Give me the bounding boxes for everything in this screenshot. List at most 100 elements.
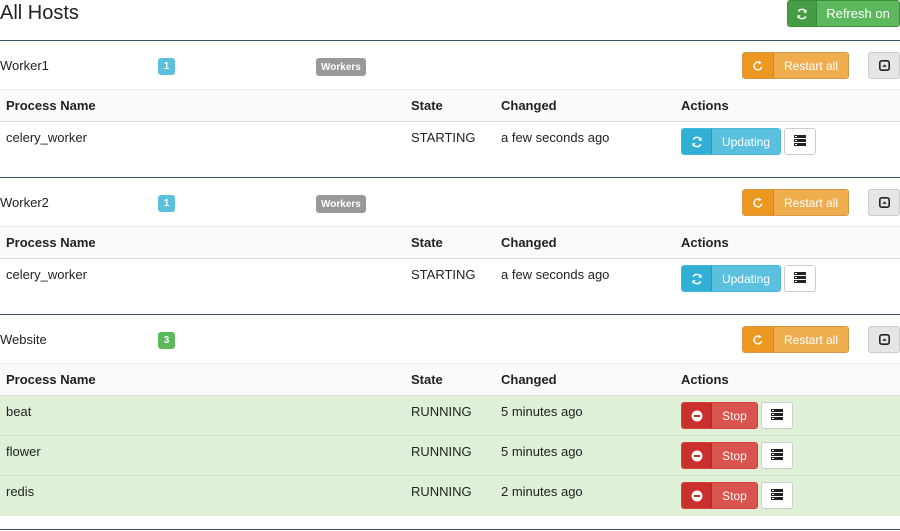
refresh-icon [788,1,817,26]
stop-icon [682,443,712,468]
log-button[interactable] [761,482,793,509]
process-changed: 5 minutes ago [495,435,675,476]
restart-icon [743,190,774,215]
refresh-icon [682,129,712,154]
host-name: Worker2 [0,195,49,210]
collapse-icon [878,195,890,211]
updating-label: Updating [712,266,780,291]
table-row: beat RUNNING 5 minutes ago Stop [0,395,900,436]
restart-all-button[interactable]: Restart all [742,52,849,79]
process-count-badge: 1 [158,58,175,75]
collapse-icon [878,332,890,348]
table-row: celery_worker STARTING a few seconds ago… [0,121,900,162]
col-state: State [405,363,495,396]
updating-button[interactable]: Updating [681,128,781,155]
log-icon [794,271,806,286]
col-process-name: Process Name [0,226,405,259]
group-badge: Workers [316,58,366,76]
restart-icon [743,53,774,78]
divider [0,529,900,530]
process-name: redis [0,475,405,516]
refresh-button-label: Refresh on [817,1,899,26]
restart-all-label: Restart all [774,190,848,215]
collapse-button[interactable] [868,326,900,353]
table-header-row: Process Name State Changed Actions [0,89,900,122]
process-name: flower [0,435,405,476]
table-header-row: Process Name State Changed Actions [0,226,900,259]
process-changed: a few seconds ago [495,258,675,299]
log-button[interactable] [761,402,793,429]
process-table: Process Name State Changed Actions beat … [0,363,900,516]
collapse-button[interactable] [868,189,900,216]
collapse-icon [878,58,890,74]
refresh-button[interactable]: Refresh on [787,0,900,27]
process-state: STARTING [405,121,495,162]
col-actions: Actions [675,363,900,396]
stop-label: Stop [712,443,757,468]
process-count-badge: 3 [158,332,175,349]
log-icon [771,488,783,503]
col-process-name: Process Name [0,363,405,396]
process-state: STARTING [405,258,495,299]
stop-button[interactable]: Stop [681,482,758,509]
restart-all-button[interactable]: Restart all [742,326,849,353]
stop-label: Stop [712,483,757,508]
table-row: flower RUNNING 5 minutes ago Stop [0,435,900,476]
col-actions: Actions [675,89,900,122]
host-header: Worker2 1 Workers Restart all [0,177,900,226]
process-actions: Stop [675,475,900,516]
table-row: redis RUNNING 2 minutes ago Stop [0,475,900,516]
host-name: Worker1 [0,58,49,73]
restart-icon [743,327,774,352]
page-title: All Hosts [0,2,79,24]
stop-label: Stop [712,403,757,428]
process-actions: Updating [675,258,900,299]
col-changed: Changed [495,363,675,396]
stop-icon [682,483,712,508]
col-process-name: Process Name [0,89,405,122]
log-icon [771,408,783,423]
process-actions: Stop [675,395,900,436]
host-header: Website 3 Restart all [0,314,900,363]
col-state: State [405,226,495,259]
process-name: celery_worker [0,258,405,299]
process-name: celery_worker [0,121,405,162]
group-badge: Workers [316,195,366,213]
log-icon [771,448,783,463]
log-button[interactable] [784,265,816,292]
refresh-icon [682,266,712,291]
log-button[interactable] [784,128,816,155]
process-table: Process Name State Changed Actions celer… [0,89,900,162]
col-actions: Actions [675,226,900,259]
host-panel-website: Website 3 Restart all Process Name State… [0,314,900,516]
col-changed: Changed [495,226,675,259]
table-row: celery_worker STARTING a few seconds ago… [0,258,900,299]
collapse-button[interactable] [868,52,900,79]
process-changed: 5 minutes ago [495,395,675,436]
log-button[interactable] [761,442,793,469]
restart-all-label: Restart all [774,327,848,352]
process-count-badge: 1 [158,195,175,212]
process-state: RUNNING [405,475,495,516]
restart-all-label: Restart all [774,53,848,78]
stop-icon [682,403,712,428]
host-panel-worker1: Worker1 1 Workers Restart all Process Na… [0,40,900,162]
process-table: Process Name State Changed Actions celer… [0,226,900,299]
host-header: Worker1 1 Workers Restart all [0,40,900,89]
updating-button[interactable]: Updating [681,265,781,292]
process-name: beat [0,395,405,436]
stop-button[interactable]: Stop [681,402,758,429]
col-state: State [405,89,495,122]
process-changed: a few seconds ago [495,121,675,162]
process-actions: Stop [675,435,900,476]
process-state: RUNNING [405,435,495,476]
updating-label: Updating [712,129,780,154]
table-header-row: Process Name State Changed Actions [0,363,900,396]
process-actions: Updating [675,121,900,162]
host-name: Website [0,332,47,347]
stop-button[interactable]: Stop [681,442,758,469]
log-icon [794,134,806,149]
process-changed: 2 minutes ago [495,475,675,516]
restart-all-button[interactable]: Restart all [742,189,849,216]
host-panel-worker2: Worker2 1 Workers Restart all Process Na… [0,177,900,299]
